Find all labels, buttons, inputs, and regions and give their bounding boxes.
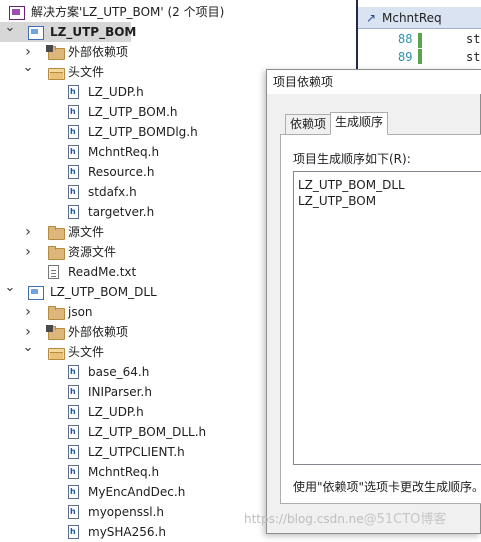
- header-file-icon: h: [68, 205, 79, 219]
- header-file-icon: h: [68, 385, 79, 399]
- tree-item-label: MchntReq.h: [88, 145, 160, 159]
- tree-item-label: LZ_UTP_BOMDlg.h: [88, 125, 198, 139]
- tree-item-label: LZ_UTP_BOM_DLL: [50, 285, 157, 299]
- build-order-list[interactable]: LZ_UTP_BOM_DLL LZ_UTP_BOM: [293, 171, 481, 465]
- tree-item-label: 外部依赖项: [68, 325, 129, 339]
- text-file-icon: [48, 265, 59, 279]
- project-dependencies-dialog: 项目依赖项 依赖项 生成顺序 项目生成顺序如下(R): LZ_UTP_BOM_D…: [266, 69, 481, 534]
- tree-item-label: LZ_UTPCLIENT.h: [88, 445, 185, 459]
- list-item[interactable]: LZ_UTP_BOM_DLL: [298, 178, 405, 192]
- tree-item-label: base_64.h: [88, 365, 150, 379]
- chevron-right-icon[interactable]: ›: [22, 222, 34, 242]
- tree-item-label: stdafx.h: [88, 185, 137, 199]
- folder-open-icon: [48, 345, 65, 360]
- folder-icon: [48, 245, 65, 260]
- tree-item-project-lz-utp-bom[interactable]: ⌄ LZ_UTP_BOM: [0, 21, 136, 42]
- chevron-down-icon[interactable]: ⌄: [4, 281, 16, 302]
- tree-item-label: 头文件: [68, 65, 105, 79]
- tree-item-folder-external-deps[interactable]: › 外部依赖项: [0, 42, 360, 62]
- header-file-icon: h: [68, 165, 79, 179]
- chevron-down-icon[interactable]: ⌄: [22, 61, 34, 82]
- header-file-icon: h: [68, 85, 79, 99]
- header-file-icon: h: [68, 105, 79, 119]
- tab-build-order[interactable]: 生成顺序: [330, 112, 389, 135]
- tree-item-label: ReadMe.txt: [68, 265, 137, 279]
- header-file-icon: h: [68, 425, 79, 439]
- tree-item-label: INIParser.h: [88, 385, 152, 399]
- list-item[interactable]: LZ_UTP_BOM: [298, 194, 376, 208]
- chevron-right-icon[interactable]: ›: [22, 302, 34, 322]
- solution-row[interactable]: 解决方案'LZ_UTP_BOM' (2 个项目): [0, 2, 360, 22]
- tree-item-label: LZ_UTP_BOM: [50, 25, 137, 39]
- chevron-right-icon[interactable]: ›: [22, 242, 34, 262]
- chevron-down-icon[interactable]: ⌄: [4, 21, 16, 42]
- chevron-down-icon[interactable]: ⌄: [22, 341, 34, 362]
- build-order-hint: 使用"依赖项"选项卡更改生成顺序。: [293, 480, 481, 494]
- tree-item-label: mySHA256.h: [88, 525, 166, 539]
- tree-item-label: targetver.h: [88, 205, 155, 219]
- header-file-icon: h: [68, 505, 79, 519]
- chevron-right-icon[interactable]: ›: [22, 322, 34, 342]
- tree-item-label: MyEncAndDec.h: [88, 485, 186, 499]
- header-file-icon: h: [68, 485, 79, 499]
- tree-item-label: 外部依赖项: [68, 45, 129, 59]
- tree-item-label: MchntReq.h: [88, 465, 160, 479]
- change-indicator: [418, 33, 422, 48]
- build-order-label: 项目生成顺序如下(R):: [293, 152, 411, 166]
- header-file-icon: h: [68, 125, 79, 139]
- editor-tab-mchntreq[interactable]: ↗ MchntReq: [358, 7, 481, 29]
- project-icon: [28, 25, 44, 40]
- editor-tab-label: MchntReq: [382, 11, 442, 25]
- header-file-icon: h: [68, 445, 79, 459]
- folder-open-icon: [48, 65, 65, 80]
- change-indicator: [418, 49, 422, 64]
- tree-item-label: LZ_UDP.h: [88, 405, 144, 419]
- tree-item-label: 头文件: [68, 345, 105, 359]
- header-file-icon: h: [68, 185, 79, 199]
- tree-item-label: 源文件: [68, 225, 105, 239]
- tree-item-label: json: [68, 305, 93, 319]
- header-file-icon: h: [68, 365, 79, 379]
- line-number: 89: [398, 50, 413, 64]
- editor-panel: ↗ MchntReq 88 st 89 st: [356, 0, 481, 70]
- external-deps-icon: [46, 45, 65, 60]
- pin-arrow-icon: ↗: [366, 11, 377, 25]
- solution-icon: [9, 5, 25, 20]
- tab-dependencies[interactable]: 依赖项: [285, 114, 332, 135]
- watermark: https://blog.csdn.ne@51CTO博客: [244, 508, 446, 527]
- watermark-url: https://blog.csdn.ne: [244, 512, 364, 526]
- folder-icon: [48, 225, 65, 240]
- header-file-icon: h: [68, 465, 79, 479]
- dialog-title: 项目依赖项: [267, 70, 481, 94]
- project-icon: [28, 285, 44, 300]
- line-number: 88: [398, 32, 413, 46]
- tree-item-label: 资源文件: [68, 245, 117, 259]
- tree-item-label: LZ_UTP_BOM_DLL.h: [88, 425, 207, 439]
- tree-item-label: Resource.h: [88, 165, 155, 179]
- chevron-right-icon[interactable]: ›: [22, 42, 34, 62]
- header-file-icon: h: [68, 145, 79, 159]
- header-file-icon: h: [68, 525, 79, 539]
- header-file-icon: h: [68, 405, 79, 419]
- external-deps-icon: [46, 325, 65, 340]
- folder-icon: [48, 305, 65, 320]
- code-line: st: [466, 50, 481, 64]
- solution-label: 解决方案'LZ_UTP_BOM' (2 个项目): [31, 5, 225, 19]
- code-line: st: [466, 32, 481, 46]
- tree-item-label: LZ_UDP.h: [88, 85, 144, 99]
- watermark-brand: @51CTO博客: [363, 512, 447, 527]
- tree-item-label: LZ_UTP_BOM.h: [88, 105, 178, 119]
- tree-item-label: myopenssl.h: [88, 505, 164, 519]
